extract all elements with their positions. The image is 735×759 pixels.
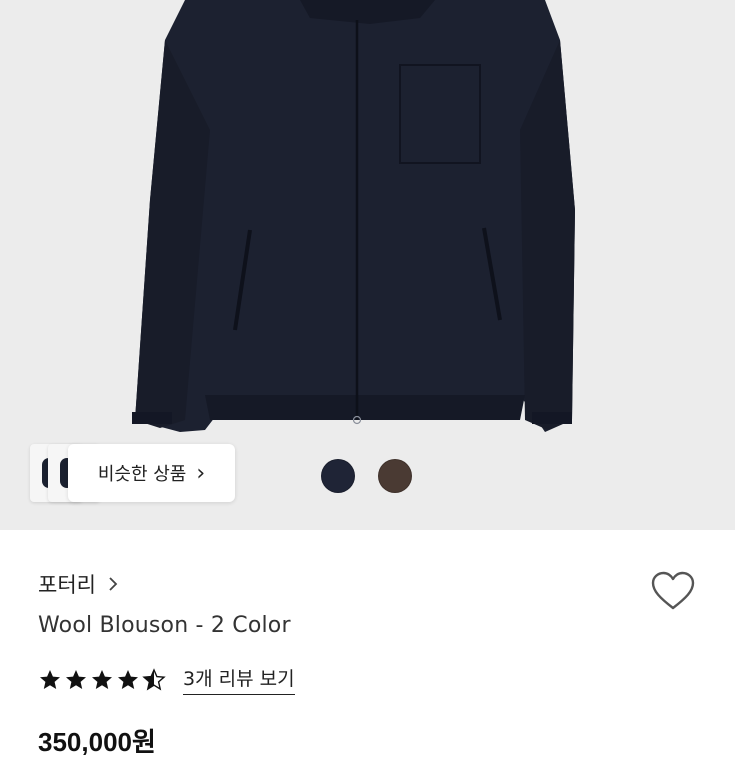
color-swatch-navy[interactable] [321,459,355,493]
chevron-right-icon: › [196,460,206,486]
similar-products-label-box: 비슷한 상품 › [68,444,235,502]
reviews-link[interactable]: 3개 리뷰 보기 [183,664,295,695]
star-icon [92,669,112,689]
similar-products-label: 비슷한 상품 [97,464,187,485]
brand-name: 포터리 [38,573,96,597]
star-rating [40,668,165,690]
product-price: 350,000원 [38,727,156,757]
product-title: Wool Blouson - 2 Color [38,613,291,638]
star-icon [118,669,138,689]
brand-link[interactable]: 포터리 [38,569,118,599]
star-icon [40,669,60,689]
similar-products-button[interactable]: 비슷한 상품 › [30,444,235,502]
rating-row: 3개 리뷰 보기 [38,664,295,695]
chevron-right-icon [109,577,118,591]
half-star-icon [143,668,165,690]
color-swatch-brown[interactable] [378,459,412,493]
heart-outline-icon[interactable] [650,570,696,612]
product-image[interactable]: 비슷한 상품 › [0,0,735,530]
star-icon [66,669,86,689]
